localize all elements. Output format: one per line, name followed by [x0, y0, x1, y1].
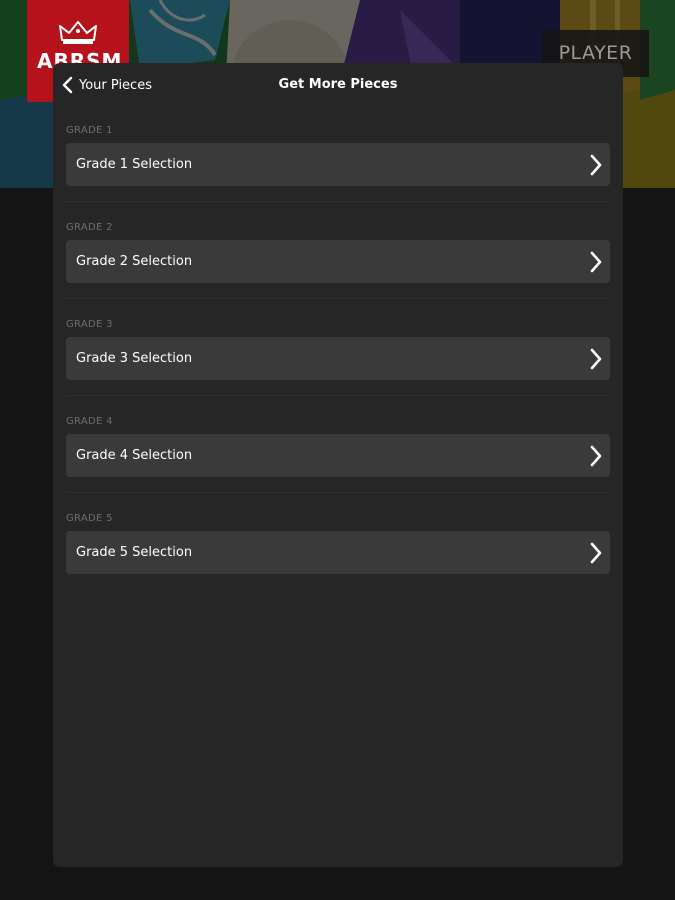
section-header: GRADE 3 — [66, 319, 113, 330]
section-grade-1: GRADE 1 Grade 1 Selection — [53, 119, 623, 216]
grade-2-selection-row[interactable]: Grade 2 Selection — [66, 240, 610, 283]
section-divider — [66, 395, 610, 396]
chevron-right-icon — [590, 251, 602, 273]
row-label: Grade 4 Selection — [76, 448, 193, 463]
section-header: GRADE 2 — [66, 222, 113, 233]
section-divider — [66, 201, 610, 202]
section-header: GRADE 1 — [66, 125, 113, 136]
section-grade-2: GRADE 2 Grade 2 Selection — [53, 216, 623, 313]
grade-5-selection-row[interactable]: Grade 5 Selection — [66, 531, 610, 574]
back-button[interactable]: Your Pieces — [61, 71, 152, 99]
grade-3-selection-row[interactable]: Grade 3 Selection — [66, 337, 610, 380]
get-more-pieces-panel: Your Pieces Get More Pieces GRADE 1 Grad… — [53, 63, 623, 867]
section-grade-4: GRADE 4 Grade 4 Selection — [53, 410, 623, 507]
row-label: Grade 3 Selection — [76, 351, 193, 366]
chevron-right-icon — [590, 348, 602, 370]
section-header: GRADE 5 — [66, 513, 113, 524]
grade-4-selection-row[interactable]: Grade 4 Selection — [66, 434, 610, 477]
grade-1-selection-row[interactable]: Grade 1 Selection — [66, 143, 610, 186]
chevron-left-icon — [62, 76, 73, 94]
navigation-bar: Your Pieces Get More Pieces — [53, 63, 623, 107]
chevron-right-icon — [590, 445, 602, 467]
crown-icon — [59, 21, 97, 44]
chevron-right-icon — [590, 154, 602, 176]
app-screen: ABRSM PLAYER Your Pieces Get More Pieces… — [0, 0, 675, 900]
section-grade-3: GRADE 3 Grade 3 Selection — [53, 313, 623, 410]
row-label: Grade 5 Selection — [76, 545, 193, 560]
section-grade-5: GRADE 5 Grade 5 Selection — [53, 507, 623, 604]
row-label: Grade 1 Selection — [76, 157, 193, 172]
section-header: GRADE 4 — [66, 416, 113, 427]
section-divider — [66, 298, 610, 299]
section-divider — [66, 492, 610, 493]
chevron-right-icon — [590, 542, 602, 564]
row-label: Grade 2 Selection — [76, 254, 193, 269]
back-label: Your Pieces — [79, 77, 152, 93]
